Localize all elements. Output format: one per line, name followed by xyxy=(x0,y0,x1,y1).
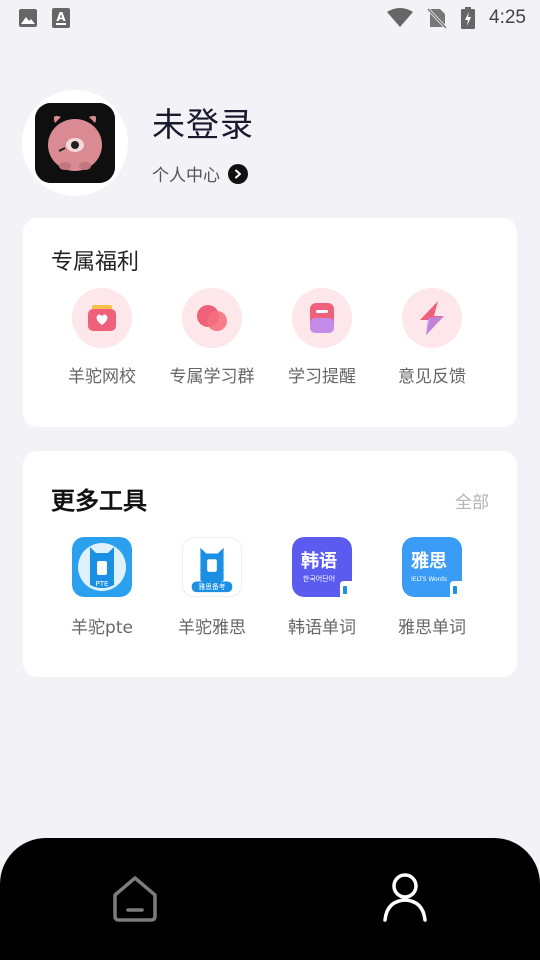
benefit-label: 专属学习群 xyxy=(169,367,255,387)
heart-box-icon xyxy=(72,288,132,348)
reminder-notebook-icon xyxy=(292,288,352,348)
pig-mascot-icon xyxy=(35,103,115,183)
benefit-label: 学习提醒 xyxy=(288,367,356,387)
no-sim-icon xyxy=(427,7,448,29)
status-bar-left: A xyxy=(18,8,70,28)
svg-text:PTE: PTE xyxy=(96,580,109,588)
benefit-item-online-school[interactable]: 羊驼网校 xyxy=(47,288,157,387)
tools-card: 更多工具 全部 PTE 羊驼pte 雅思备考 羊驼雅思 韩语 한국어단어 韩语单… xyxy=(23,451,517,677)
tools-grid: PTE 羊驼pte 雅思备考 羊驼雅思 韩语 한국어단어 韩语单词 雅思 IEL… xyxy=(23,537,517,638)
nav-home-tab[interactable] xyxy=(108,872,162,926)
benefit-label: 意见反馈 xyxy=(398,367,466,387)
avatar-image xyxy=(35,103,115,183)
svg-text:韩语: 韩语 xyxy=(301,550,337,572)
pte-app-icon: PTE xyxy=(72,537,132,597)
svg-text:雅思备考: 雅思备考 xyxy=(198,582,225,591)
bottom-navigation xyxy=(0,838,540,960)
personal-center-link[interactable]: 个人中心 xyxy=(152,161,248,186)
svg-text:雅思: 雅思 xyxy=(410,550,447,572)
lightning-feedback-icon xyxy=(402,288,462,348)
image-icon xyxy=(18,8,38,28)
chevron-right-icon xyxy=(228,163,248,184)
ielts-words-app-icon: 雅思 IELTS Words xyxy=(402,537,462,597)
nav-profile-tab[interactable] xyxy=(378,870,432,924)
status-bar-right: 4:25 xyxy=(387,7,526,29)
benefits-grid: 羊驼网校 专属学习群 学习提醒 意见反馈 xyxy=(23,288,517,387)
tool-label: 雅思单词 xyxy=(398,618,466,638)
see-all-link[interactable]: 全部 xyxy=(455,488,489,513)
wifi-icon xyxy=(387,8,414,28)
personal-center-label: 个人中心 xyxy=(152,166,220,186)
tool-label: 韩语单词 xyxy=(288,618,356,638)
benefit-item-study-group[interactable]: 专属学习群 xyxy=(157,288,267,387)
status-time: 4:25 xyxy=(489,7,526,28)
svg-text:A: A xyxy=(56,10,66,24)
tools-title: 更多工具 xyxy=(51,487,147,515)
text-a-icon: A xyxy=(52,8,70,28)
benefit-item-study-reminder[interactable]: 学习提醒 xyxy=(267,288,377,387)
tool-item-ielts-words[interactable]: 雅思 IELTS Words 雅思单词 xyxy=(377,537,487,638)
avatar[interactable] xyxy=(22,90,128,196)
korean-words-app-icon: 韩语 한국어단어 xyxy=(292,537,352,597)
benefit-item-feedback[interactable]: 意见反馈 xyxy=(377,288,487,387)
username-label[interactable]: 未登录 xyxy=(152,98,254,146)
tool-item-ielts[interactable]: 雅思备考 羊驼雅思 xyxy=(157,537,267,638)
home-icon xyxy=(113,876,157,922)
tool-label: 羊驼pte xyxy=(71,618,133,638)
benefit-label: 羊驼网校 xyxy=(68,367,136,387)
ielts-app-icon: 雅思备考 xyxy=(182,537,242,597)
profile-icon xyxy=(383,873,427,922)
tool-item-korean-words[interactable]: 韩语 한국어단어 韩语单词 xyxy=(267,537,377,638)
battery-charging-icon xyxy=(461,7,476,29)
benefits-card: 专属福利 羊驼网校 专属学习群 学习提醒 意见反馈 xyxy=(23,218,517,427)
svg-text:한국어단어: 한국어단어 xyxy=(303,574,335,583)
tool-label: 羊驼雅思 xyxy=(178,618,246,638)
benefits-title: 专属福利 xyxy=(51,250,140,275)
svg-text:IELTS Words: IELTS Words xyxy=(411,576,447,583)
tool-item-pte[interactable]: PTE 羊驼pte xyxy=(47,537,157,638)
status-bar: A 4:25 xyxy=(0,0,540,36)
group-bubbles-icon xyxy=(182,288,242,348)
